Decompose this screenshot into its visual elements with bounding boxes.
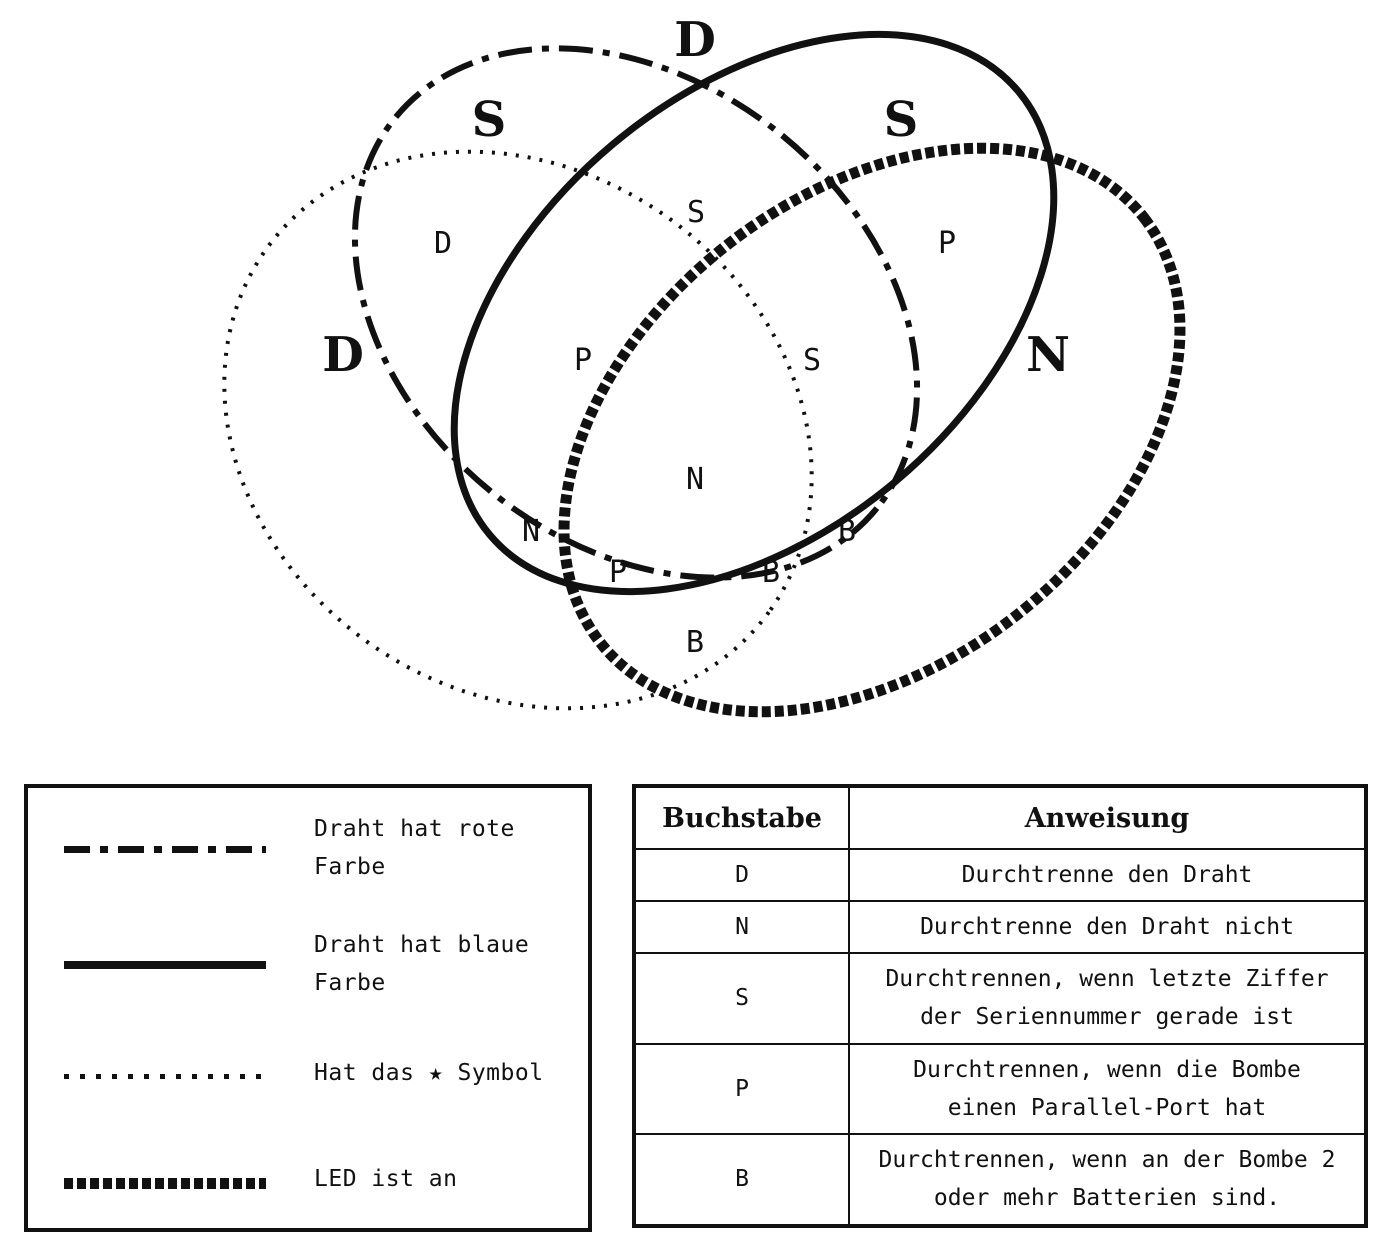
region-label: N bbox=[686, 462, 704, 497]
legend-label-line: Farbe bbox=[314, 970, 386, 996]
led-on-ellipse bbox=[558, 142, 1186, 718]
corner-label-top: D bbox=[674, 12, 716, 68]
region-label: B bbox=[838, 514, 856, 549]
legend-label-line: Hat das ★ Symbol bbox=[314, 1060, 544, 1086]
row-letter: P bbox=[636, 1042, 850, 1135]
instruction-line: der Seriennummer gerade ist bbox=[920, 1004, 1294, 1031]
table-row: N Durchtrenne den Draht nicht bbox=[636, 900, 1364, 955]
table-header-row: Buchstabe Anweisung bbox=[636, 788, 1364, 851]
region-label: N bbox=[522, 514, 540, 549]
header-instruction: Anweisung bbox=[848, 788, 1364, 851]
legend-label-line: Draht hat blaue bbox=[314, 932, 530, 958]
star-symbol-ellipse bbox=[222, 149, 814, 711]
header-letter: Buchstabe bbox=[636, 788, 850, 851]
instruction-line: Durchtrennen, wenn die Bombe bbox=[913, 1056, 1301, 1083]
legend-label-line: Draht hat rote bbox=[314, 816, 515, 842]
legend-item-led-on: LED ist an bbox=[28, 1160, 588, 1200]
region-label: P bbox=[574, 343, 592, 378]
region-label: P bbox=[609, 555, 627, 590]
legend-item-label: Draht hat blaue Farbe bbox=[314, 926, 584, 1002]
region-label: S bbox=[687, 195, 705, 230]
legend-item-blue-wire: Draht hat blaue Farbe bbox=[28, 924, 588, 1004]
row-instruction: Durchtrennen, wenn die Bombe einen Paral… bbox=[848, 1042, 1364, 1135]
row-letter: B bbox=[636, 1132, 850, 1224]
row-instruction: Durchtrennen, wenn letzte Ziffer der Ser… bbox=[848, 952, 1364, 1045]
corner-label-led-only: N bbox=[1026, 327, 1070, 383]
row-instruction: Durchtrennen, wenn an der Bombe 2 oder m… bbox=[848, 1132, 1364, 1224]
instruction-line: oder mehr Batterien sind. bbox=[933, 1185, 1281, 1212]
row-letter: D bbox=[636, 848, 850, 903]
row-instruction: Durchtrenne den Draht bbox=[848, 848, 1364, 903]
dash-dot-line-sample bbox=[64, 846, 266, 853]
legend-item-label: Draht hat rote Farbe bbox=[314, 810, 584, 886]
legend-item-star-symbol: Hat das ★ Symbol bbox=[28, 1054, 588, 1094]
table-row: S Durchtrennen, wenn letzte Ziffer der S… bbox=[636, 952, 1364, 1045]
region-label: S bbox=[803, 343, 821, 378]
venn-diagram: D S S D N S D P P S N N B P B B bbox=[222, 12, 1186, 718]
solid-line-sample bbox=[64, 961, 266, 969]
row-instruction: Durchtrenne den Draht nicht bbox=[848, 900, 1364, 955]
legend-label-line: Farbe bbox=[314, 854, 386, 880]
legend-item-label: LED ist an bbox=[314, 1160, 584, 1198]
legend-label-line: LED ist an bbox=[314, 1166, 458, 1192]
row-letter: N bbox=[636, 900, 850, 955]
corner-label-red-only: S bbox=[472, 92, 507, 148]
instruction-line: Durchtrennen, wenn letzte Ziffer bbox=[885, 966, 1329, 993]
instruction-table: Buchstabe Anweisung D Durchtrenne den Dr… bbox=[632, 784, 1368, 1228]
table-row: P Durchtrennen, wenn die Bombe einen Par… bbox=[636, 1042, 1364, 1135]
corner-label-blue-only: S bbox=[884, 92, 919, 148]
corner-label-star-only: D bbox=[322, 327, 364, 383]
legend-item-red-wire: Draht hat rote Farbe bbox=[28, 808, 588, 888]
region-label: B bbox=[686, 625, 704, 660]
instruction-line: Durchtrennen, wenn an der Bombe 2 bbox=[878, 1147, 1336, 1174]
thick-dashed-line-sample bbox=[64, 1178, 266, 1189]
region-label: B bbox=[762, 555, 780, 590]
region-label: D bbox=[434, 226, 452, 261]
legend-item-label: Hat das ★ Symbol bbox=[314, 1054, 584, 1092]
instruction-line: einen Parallel-Port hat bbox=[947, 1094, 1267, 1121]
region-label: P bbox=[938, 226, 956, 261]
row-letter: S bbox=[636, 952, 850, 1045]
table-row: D Durchtrenne den Draht bbox=[636, 848, 1364, 903]
instruction-line: Durchtrenne den Draht nicht bbox=[920, 914, 1294, 941]
legend-box: Draht hat rote Farbe Draht hat blaue Far… bbox=[24, 784, 592, 1232]
instruction-line: Durchtrenne den Draht bbox=[961, 862, 1253, 889]
table-row: B Durchtrennen, wenn an der Bombe 2 oder… bbox=[636, 1132, 1364, 1224]
dotted-line-sample bbox=[64, 1074, 266, 1079]
